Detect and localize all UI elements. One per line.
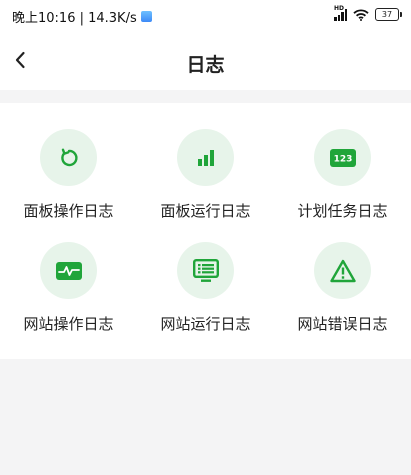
site-error-log-item[interactable]: 网站错误日志	[274, 242, 411, 342]
status-bar: 晚上10:16 | 14.3K/s HD 37	[0, 0, 411, 32]
header: 日志	[0, 32, 411, 90]
icon-circle	[40, 242, 97, 299]
item-label: 面板运行日志	[160, 202, 251, 220]
site-operation-log-item[interactable]: 网站操作日志	[0, 242, 137, 342]
app-notification-icon	[140, 11, 152, 22]
warning-icon	[329, 259, 356, 282]
status-right: HD 37	[334, 5, 402, 21]
panel-operation-log-item[interactable]: 面板操作日志	[0, 129, 137, 229]
panel-runtime-log-item[interactable]: 面板运行日志	[137, 129, 274, 229]
icon-circle	[40, 129, 97, 186]
scheduled-task-log-item[interactable]: 123 计划任务日志	[274, 129, 411, 229]
item-label: 计划任务日志	[297, 202, 388, 220]
item-label: 面板操作日志	[23, 202, 114, 220]
monitor-list-icon	[192, 258, 219, 282]
log-menu-grid: 面板操作日志 面板运行日志 123 计划任务日志 网站操作日志 网站运行日志 网…	[0, 103, 411, 359]
battery-level: 37	[381, 10, 393, 19]
log-menu-card: 面板操作日志 面板运行日志 123 计划任务日志 网站操作日志 网站运行日志 网…	[0, 103, 411, 359]
status-time: 晚上10:16 | 14.3K/s	[12, 11, 137, 26]
battery-icon: 37	[375, 8, 402, 21]
item-label: 网站错误日志	[297, 315, 388, 333]
status-left: 晚上10:16 | 14.3K/s	[12, 7, 152, 26]
icon-circle	[177, 242, 234, 299]
icon-circle	[177, 129, 234, 186]
wifi-icon	[353, 8, 369, 21]
icon-circle: 123	[314, 129, 371, 186]
badge-number: 123	[333, 154, 352, 164]
site-runtime-log-item[interactable]: 网站运行日志	[137, 242, 274, 342]
icon-circle	[314, 242, 371, 299]
pulse-icon	[55, 261, 82, 280]
item-label: 网站运行日志	[160, 315, 251, 333]
refresh-icon	[60, 148, 78, 166]
item-label: 网站操作日志	[23, 315, 114, 333]
number-badge-icon: 123	[329, 148, 356, 167]
page-title: 日志	[186, 54, 225, 76]
signal-hd-label: HD	[334, 4, 345, 12]
bar-chart-icon	[197, 149, 214, 166]
signal-icon: HD	[334, 5, 347, 21]
